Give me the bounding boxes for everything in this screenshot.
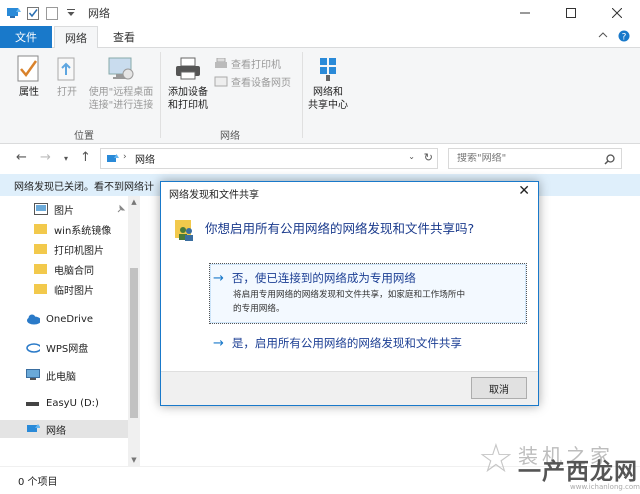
- cancel-button[interactable]: 取消: [471, 377, 527, 399]
- address-dropdown-icon[interactable]: ⌄: [408, 152, 415, 161]
- search-input[interactable]: [457, 153, 597, 164]
- ribbon-tabs: 文件 网络 查看 ?: [0, 26, 640, 49]
- add-devices-button[interactable]: 添加设备 和打印机: [164, 54, 212, 112]
- search-box[interactable]: [448, 148, 622, 169]
- chevron-up-icon[interactable]: [598, 30, 608, 45]
- group-label-network: 网络: [220, 131, 240, 142]
- tab-file[interactable]: 文件: [0, 26, 52, 48]
- device-webpage-icon: [214, 76, 228, 86]
- watermark-url: www.ichanlong.com: [570, 483, 640, 491]
- network-icon: [27, 424, 40, 432]
- folder-icon: [34, 284, 47, 294]
- network-users-icon: [173, 218, 197, 242]
- sidebar-item-drive-d[interactable]: EasyU (D:): [0, 394, 128, 412]
- properties-quick-icon[interactable]: [25, 5, 41, 21]
- back-arrow-icon[interactable]: ←: [16, 150, 27, 165]
- window-title: 网络: [88, 7, 110, 20]
- navigation-pane: 图片 win系统镜像 打印机图片 电脑合同 临时图片 OneDrive WPS网…: [0, 196, 140, 466]
- folder-icon: [34, 224, 47, 234]
- address-network-icon: [107, 154, 119, 162]
- network-sharing-center-button[interactable]: 网络和 共享中心: [304, 54, 352, 112]
- dialog-close-icon[interactable]: ✕: [518, 183, 530, 199]
- option-private-network-title[interactable]: → 否，使已连接到的网络成为专用网络: [213, 270, 416, 286]
- close-window-icon[interactable]: [594, 0, 640, 26]
- remote-desktop-button[interactable]: 使用"远程桌面 连接"进行连接: [84, 54, 158, 112]
- small-printer-icon: [215, 57, 227, 68]
- option-private-network-desc-line2: 的专用网络。: [233, 304, 285, 314]
- recent-locations-chevron-icon[interactable]: ▾: [64, 154, 68, 163]
- folder-icon: [34, 244, 47, 254]
- scroll-down-icon[interactable]: ▼: [128, 454, 140, 466]
- network-app-icon: [6, 5, 22, 21]
- group-label-location: 位置: [74, 131, 94, 142]
- wps-cloud-icon: [26, 343, 40, 353]
- sidebar-item-pictures[interactable]: 图片: [0, 200, 128, 218]
- printer-icon: [173, 54, 203, 84]
- forward-arrow-icon[interactable]: →: [40, 150, 51, 165]
- sidebar-item-wps-drive[interactable]: WPS网盘: [0, 338, 128, 356]
- address-path[interactable]: 网络: [135, 151, 155, 166]
- dialog-question: 你想启用所有公用网络的网络发现和文件共享吗?: [205, 221, 475, 236]
- tab-network[interactable]: 网络: [54, 26, 98, 49]
- open-icon: [52, 54, 82, 84]
- ribbon-separator: [302, 52, 303, 138]
- help-icon[interactable]: ?: [618, 30, 630, 45]
- folder-icon: [34, 264, 47, 274]
- ribbon: 属性 打开 使用"远程桌面 连接"进行连接 添加设备 和打印机 查看打印机 查看…: [0, 48, 640, 144]
- computer-icon: [26, 369, 40, 380]
- sidebar-item-printer-pictures[interactable]: 打印机图片: [0, 240, 128, 258]
- remote-desktop-icon: [106, 54, 136, 84]
- sidebar-item-temp-pictures[interactable]: 临时图片: [0, 280, 128, 298]
- network-discovery-dialog: 网络发现和文件共享 ✕ 你想启用所有公用网络的网络发现和文件共享吗? → 否，使…: [160, 181, 539, 406]
- up-arrow-icon[interactable]: ↑: [80, 150, 91, 165]
- sidebar-item-onedrive[interactable]: OneDrive: [0, 310, 128, 328]
- search-icon[interactable]: [604, 154, 615, 165]
- item-count: 0 个项目: [18, 477, 58, 488]
- star-icon: ☆: [478, 436, 514, 482]
- option-private-network-desc-line1: 将启用专用网络的网络发现和文件共享，如家庭和工作场所中: [233, 290, 466, 300]
- arrow-right-icon: →: [213, 335, 224, 351]
- properties-button[interactable]: 属性: [12, 54, 46, 99]
- svg-text:?: ?: [622, 33, 627, 43]
- watermark: ☆ 装机之家 一产西龙网 www.ichanlong.com: [478, 422, 640, 492]
- minimize-icon[interactable]: [502, 0, 548, 26]
- ribbon-separator: [160, 52, 161, 138]
- properties-icon: [14, 54, 44, 84]
- dialog-footer: 取消: [161, 371, 538, 405]
- title-bar: 网络: [0, 0, 640, 26]
- sidebar-scrollbar[interactable]: ▲ ▼: [128, 196, 140, 466]
- breadcrumb-separator-icon[interactable]: ›: [123, 152, 127, 162]
- cloud-icon: [27, 314, 40, 325]
- maximize-icon[interactable]: [548, 0, 594, 26]
- refresh-icon[interactable]: ↻: [424, 151, 433, 164]
- view-printers-button[interactable]: 查看打印机: [214, 56, 281, 71]
- address-row: ← → ▾ ↑ › 网络 ⌄ ↻: [0, 144, 640, 172]
- arrow-right-icon: →: [213, 270, 224, 286]
- sidebar-item-win-images[interactable]: win系统镜像: [0, 220, 128, 238]
- network-center-icon: [313, 54, 343, 84]
- dialog-title: 网络发现和文件共享: [169, 190, 259, 201]
- watermark-brand: 一产西龙网: [518, 459, 638, 485]
- quick-access-toolbar: [6, 5, 82, 21]
- scroll-up-icon[interactable]: ▲: [128, 196, 140, 208]
- view-device-pages-button[interactable]: 查看设备网页: [214, 74, 291, 89]
- tab-view[interactable]: 查看: [102, 26, 146, 48]
- new-folder-quick-icon[interactable]: [44, 5, 60, 21]
- drive-icon: [26, 402, 39, 406]
- scrollbar-thumb[interactable]: [130, 268, 138, 418]
- sidebar-item-contracts[interactable]: 电脑合同: [0, 260, 128, 278]
- pictures-icon: [34, 203, 48, 215]
- sidebar-item-this-pc[interactable]: 此电脑: [0, 366, 128, 384]
- option-enable-all-public[interactable]: → 是，启用所有公用网络的网络发现和文件共享: [213, 335, 462, 351]
- address-bar[interactable]: › 网络 ⌄ ↻: [100, 148, 438, 169]
- open-button[interactable]: 打开: [52, 54, 82, 99]
- sidebar-item-network[interactable]: 网络: [0, 420, 128, 438]
- customize-toolbar-icon[interactable]: [63, 5, 79, 21]
- pin-icon[interactable]: [116, 204, 126, 214]
